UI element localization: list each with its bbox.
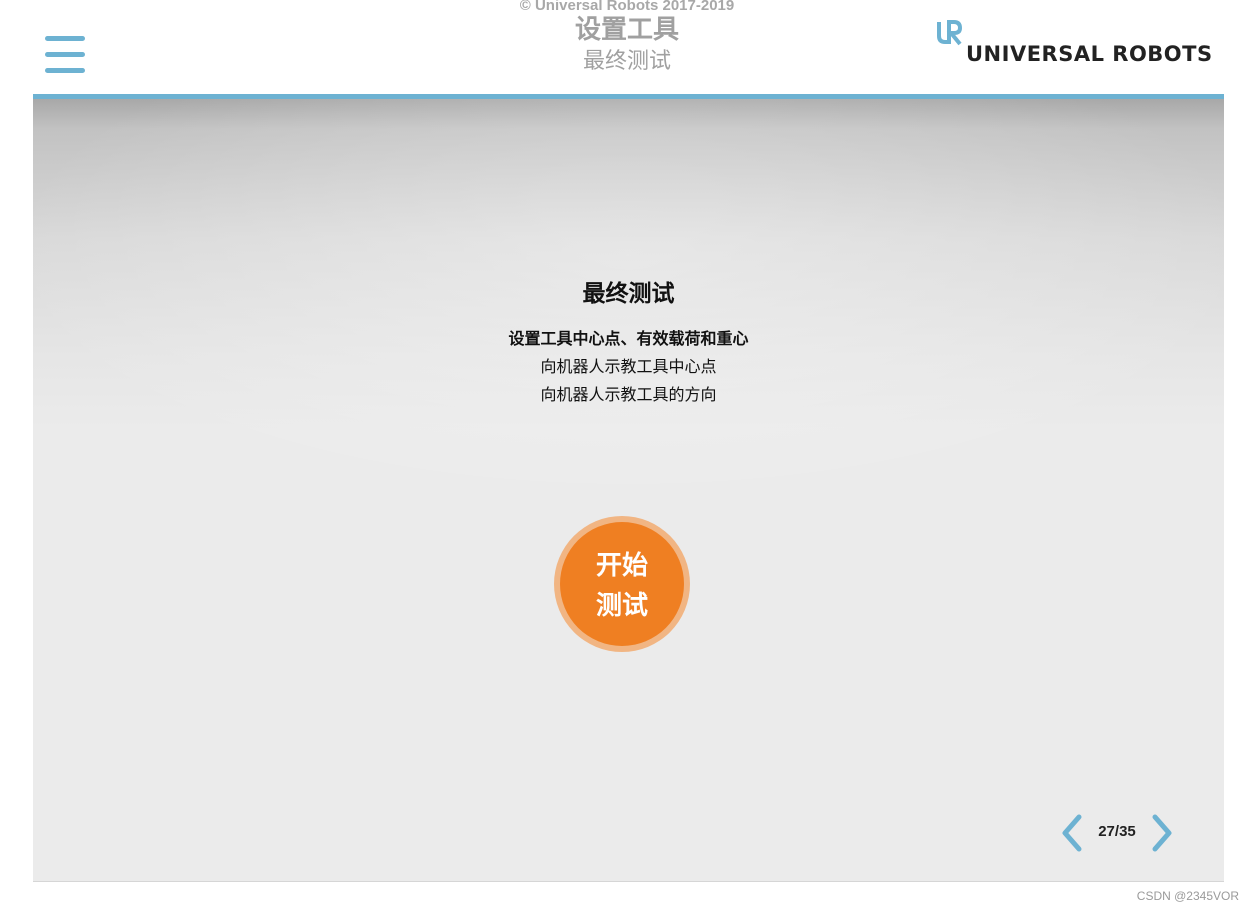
content-line-2: 向机器人示教工具中心点: [540, 357, 717, 376]
content-stage: 最终测试 设置工具中心点、有效载荷和重心 向机器人示教工具中心点 向机器人示教工…: [33, 99, 1224, 882]
logo-text: UNIVERSAL ROBOTS: [966, 42, 1213, 66]
content-title: 最终测试: [582, 281, 675, 307]
start-test-label-line1: 开始: [595, 551, 648, 581]
app-root: © Universal Robots 2017-2019 设置工具 最终测试 U…: [0, 0, 1254, 911]
page-counter: 27/35: [1098, 823, 1136, 840]
next-page-button[interactable]: [1149, 813, 1175, 853]
start-test-button-face: 开始 测试: [560, 522, 684, 646]
previous-page-button[interactable]: [1059, 813, 1085, 853]
copyright-text: © Universal Robots 2017-2019: [519, 0, 735, 14]
watermark-text: CSDN @2345VOR: [1136, 889, 1239, 903]
chevron-left-icon: [1062, 814, 1082, 852]
ur-logo-icon: [937, 20, 962, 46]
start-test-button[interactable]: 开始 测试: [554, 516, 690, 652]
start-test-label-line2: 测试: [595, 591, 648, 621]
pager: 27/35: [1059, 811, 1179, 855]
universal-robots-logo: UNIVERSAL ROBOTS: [936, 20, 1212, 70]
content-line-3: 向机器人示教工具的方向: [540, 385, 717, 404]
chevron-right-icon: [1152, 814, 1172, 852]
content-line-1: 设置工具中心点、有效载荷和重心: [508, 329, 749, 348]
content-lines: 设置工具中心点、有效载荷和重心 向机器人示教工具中心点 向机器人示教工具的方向: [33, 325, 1224, 409]
